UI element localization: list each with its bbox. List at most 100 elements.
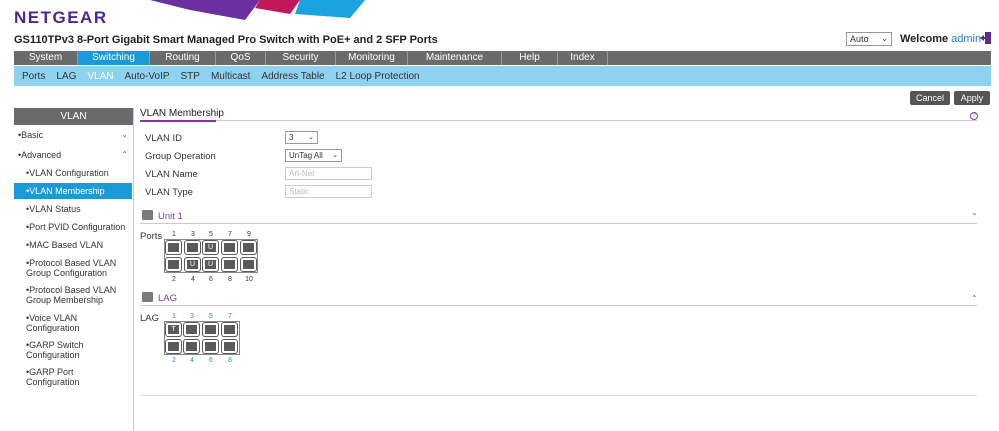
- sub-nav: Ports LAG VLAN Auto-VoIP STP Multicast A…: [14, 66, 991, 86]
- lag-number: 6: [209, 357, 213, 364]
- subnav-stp[interactable]: STP: [181, 71, 200, 82]
- language-select[interactable]: Auto ⌄: [846, 32, 892, 46]
- lag-divider: [140, 305, 977, 306]
- product-title: GS110TPv3 8-Port Gigabit Smart Managed P…: [14, 34, 438, 46]
- chevron-up-icon[interactable]: ⌃: [971, 212, 978, 221]
- sidebar-item-label: VLAN Configuration: [29, 168, 109, 178]
- lag-7[interactable]: [222, 323, 237, 336]
- sidebar-advanced-label: Advanced: [21, 150, 62, 160]
- nav-security[interactable]: Security: [266, 51, 336, 65]
- vlan-name-field[interactable]: Art-Net: [285, 167, 372, 180]
- username-link[interactable]: admin: [951, 33, 981, 45]
- port-number: 1: [172, 231, 176, 238]
- ports-label: Ports: [140, 231, 163, 242]
- sidebar-basic-label: Basic: [21, 130, 44, 140]
- port-1[interactable]: [166, 241, 181, 254]
- nav-system[interactable]: System: [14, 51, 78, 65]
- sidebar-item-label: Port PVID Configuration: [29, 222, 126, 232]
- port-5[interactable]: U: [203, 241, 218, 254]
- nav-routing[interactable]: Routing: [150, 51, 216, 65]
- section-title: VLAN Membership: [140, 108, 224, 119]
- vlan-type-label: VLAN Type: [145, 187, 193, 198]
- switch-unit-icon: [142, 210, 153, 220]
- lag-6[interactable]: [203, 340, 218, 353]
- sidebar: VLAN •Basic ⌄ •Advanced ⌃ •VLAN Configurat…: [14, 108, 134, 431]
- sidebar-basic[interactable]: •Basic ⌄: [14, 130, 132, 140]
- group-operation-label: Group Operation: [145, 151, 216, 162]
- lag-number: 3: [190, 313, 194, 320]
- sidebar-advanced[interactable]: •Advanced ⌃: [14, 150, 132, 160]
- unit-title: Unit 1: [158, 211, 183, 222]
- port-number: 4: [191, 276, 195, 283]
- sidebar-item-vlan-membership[interactable]: •VLAN Membership: [14, 183, 132, 199]
- sidebar-item-protocol-group-membership[interactable]: •Protocol Based VLAN Group Membership: [14, 285, 122, 305]
- port-4[interactable]: U: [185, 258, 200, 271]
- lag-1[interactable]: T: [166, 323, 181, 336]
- apply-button[interactable]: Apply: [954, 91, 990, 105]
- subnav-vlan[interactable]: VLAN: [87, 71, 113, 82]
- nav-switching[interactable]: Switching: [78, 51, 150, 65]
- chevron-down-icon: ⌄: [308, 134, 314, 141]
- lag-number: 7: [228, 313, 232, 320]
- lag-2[interactable]: [166, 340, 181, 353]
- port-number: 7: [228, 231, 232, 238]
- lag-8[interactable]: [222, 340, 237, 353]
- vlan-name-label: VLAN Name: [145, 169, 198, 180]
- sidebar-item-vlan-status[interactable]: •VLAN Status: [14, 204, 132, 214]
- chevron-down-icon: ⌄: [121, 130, 128, 139]
- vlan-id-label: VLAN ID: [145, 133, 182, 144]
- sidebar-title: VLAN: [14, 108, 133, 125]
- sidebar-item-port-pvid[interactable]: •Port PVID Configuration: [14, 222, 132, 232]
- port-2[interactable]: [166, 258, 181, 271]
- sidebar-item-label: GARP Switch Configuration: [26, 340, 84, 360]
- sidebar-item-label: GARP Port Configuration: [26, 367, 80, 387]
- port-7[interactable]: [222, 241, 237, 254]
- subnav-lag[interactable]: LAG: [56, 71, 76, 82]
- port-number: 6: [209, 276, 213, 283]
- sidebar-item-protocol-group-config[interactable]: •Protocol Based VLAN Group Configuration: [14, 258, 122, 278]
- nav-monitoring[interactable]: Monitoring: [336, 51, 408, 65]
- sidebar-item-mac-based-vlan[interactable]: •MAC Based VLAN: [14, 240, 132, 250]
- lag-5[interactable]: [203, 323, 218, 336]
- subnav-auto-voip[interactable]: Auto-VoIP: [124, 71, 169, 82]
- sidebar-item-garp-port[interactable]: •GARP Port Configuration: [14, 367, 94, 387]
- nav-qos[interactable]: QoS: [216, 51, 266, 65]
- lag-4[interactable]: [184, 340, 199, 353]
- cancel-button[interactable]: Cancel: [910, 91, 950, 105]
- section-divider: [140, 120, 977, 121]
- language-value: Auto: [850, 34, 869, 44]
- group-operation-select[interactable]: UnTag All ⌄: [285, 149, 342, 162]
- port-9[interactable]: [241, 241, 256, 254]
- group-operation-value: UnTag All: [289, 151, 323, 160]
- chevron-up-icon[interactable]: ⌃: [971, 294, 978, 303]
- port-3[interactable]: [185, 241, 200, 254]
- chevron-down-icon: ⌄: [332, 152, 338, 159]
- subnav-address-table[interactable]: Address Table: [261, 71, 324, 82]
- lag-3[interactable]: [184, 323, 199, 336]
- logout-icon[interactable]: [980, 32, 991, 44]
- help-icon[interactable]: ?: [970, 112, 978, 120]
- subnav-l2-loop-protection[interactable]: L2 Loop Protection: [336, 71, 420, 82]
- header-banner-graphic: [150, 0, 365, 20]
- port-8[interactable]: [222, 258, 237, 271]
- port-10[interactable]: [241, 258, 256, 271]
- lag-number: 4: [190, 357, 194, 364]
- nav-help[interactable]: Help: [502, 51, 558, 65]
- lag-number: 8: [228, 357, 232, 364]
- lag-title: LAG: [158, 293, 178, 304]
- port-number: 2: [172, 276, 176, 283]
- subnav-multicast[interactable]: Multicast: [211, 71, 250, 82]
- port-number: 8: [228, 276, 232, 283]
- nav-index[interactable]: Index: [558, 51, 608, 65]
- vlan-id-select[interactable]: 3 ⌄: [285, 131, 318, 144]
- sidebar-item-vlan-configuration[interactable]: •VLAN Configuration: [14, 168, 132, 178]
- sidebar-item-label: VLAN Membership: [29, 186, 105, 196]
- port-6[interactable]: U: [203, 258, 218, 271]
- nav-maintenance[interactable]: Maintenance: [408, 51, 502, 65]
- vlan-type-field: Static: [285, 185, 372, 198]
- welcome-text: Welcome admin: [900, 33, 981, 45]
- sidebar-item-garp-switch[interactable]: •GARP Switch Configuration: [14, 340, 94, 360]
- sidebar-item-voice-vlan[interactable]: •Voice VLAN Configuration: [14, 313, 94, 333]
- sidebar-item-label: Protocol Based VLAN Group Membership: [26, 285, 117, 305]
- subnav-ports[interactable]: Ports: [22, 71, 45, 82]
